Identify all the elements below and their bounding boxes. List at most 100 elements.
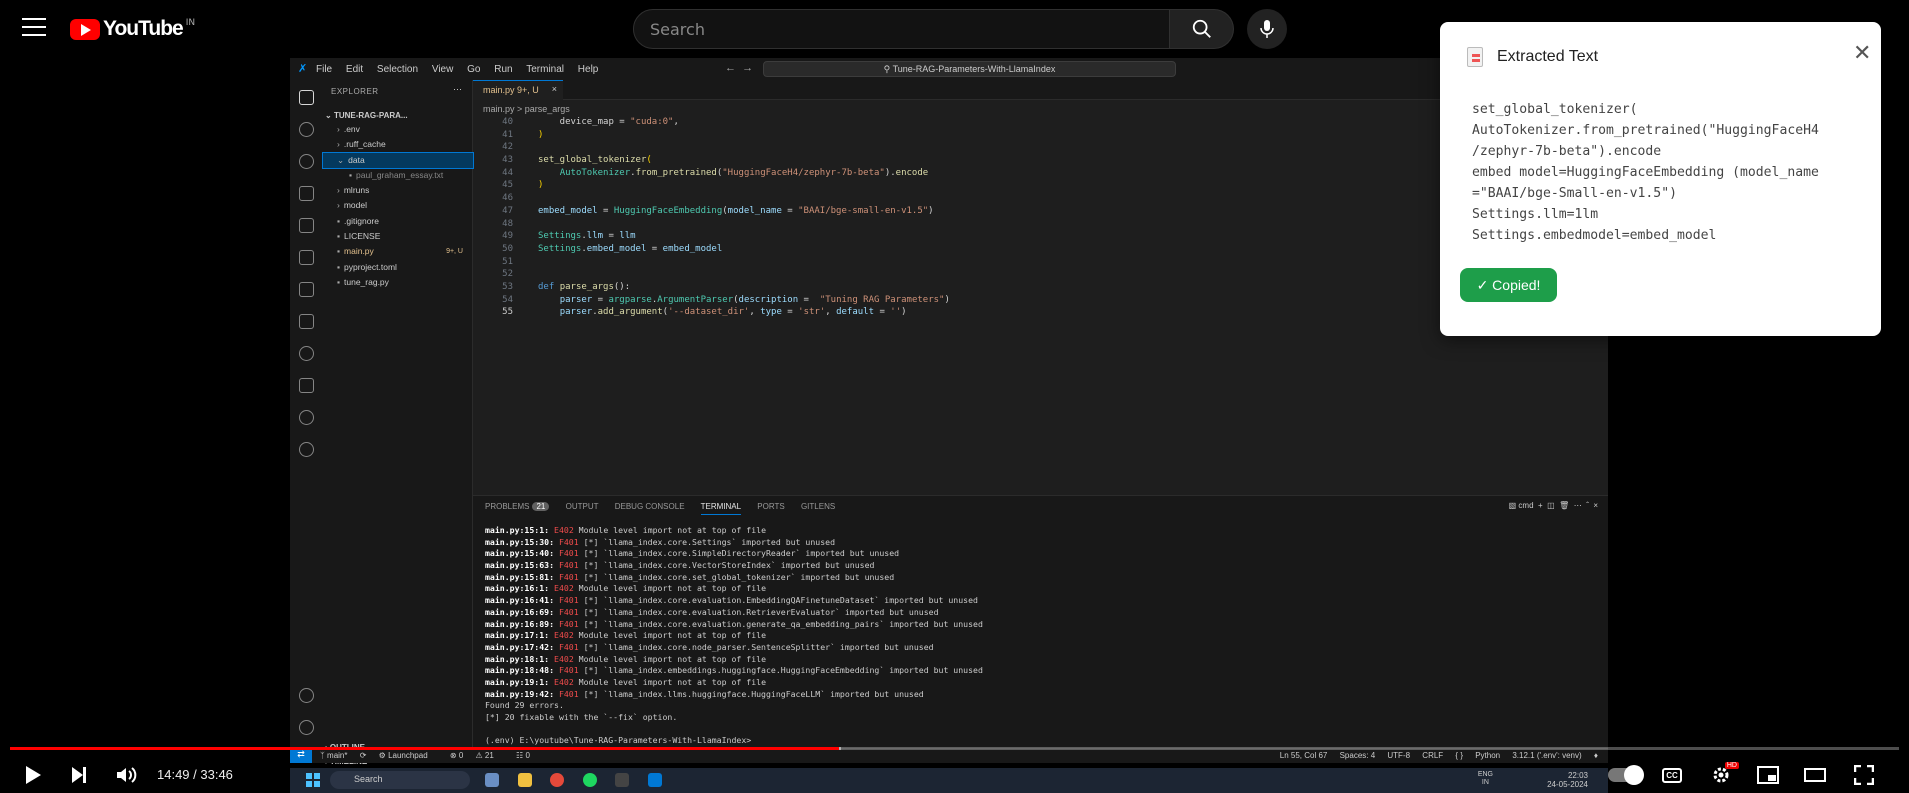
terminal-file-ref[interactable]: main.py:16:69: (485, 607, 554, 617)
autoplay-toggle[interactable] (1605, 764, 1645, 786)
remote-explorer-icon[interactable] (299, 250, 314, 265)
close-panel-icon[interactable]: × (1593, 501, 1598, 510)
progress-played[interactable] (10, 747, 840, 750)
run-debug-icon[interactable] (299, 186, 314, 201)
breadcrumb[interactable]: main.py > parse_args (473, 104, 570, 114)
fullscreen-button[interactable] (1851, 764, 1877, 786)
code-line[interactable]: 51 (473, 256, 1608, 269)
nav-arrows-icon[interactable]: ← → (725, 62, 753, 74)
menu-file[interactable]: File (316, 64, 332, 75)
play-button[interactable] (20, 764, 46, 786)
tree-item[interactable]: ⌄ data (322, 151, 474, 169)
gitlens-icon[interactable] (299, 378, 314, 393)
terminal-file-ref[interactable]: main.py:15:40: (485, 548, 554, 558)
menu-terminal[interactable]: Terminal (526, 64, 564, 75)
code-line[interactable]: 55 parser.add_argument('--dataset_dir', … (473, 306, 1608, 319)
code-line[interactable]: 53 def parse_args(): (473, 281, 1608, 294)
tab-main-py[interactable]: main.py 9+, U × (473, 80, 563, 100)
subtitles-button[interactable]: CC (1659, 764, 1685, 786)
docker-icon[interactable] (299, 314, 314, 329)
terminal-file-ref[interactable]: main.py:19:42: (485, 689, 554, 699)
gear-icon[interactable] (299, 720, 314, 735)
terminal-file-ref[interactable]: main.py:15:81: (485, 572, 554, 582)
git-graph-icon[interactable] (299, 442, 314, 457)
account-icon[interactable] (299, 688, 314, 703)
code-line[interactable]: 48 (473, 218, 1608, 231)
tree-item[interactable]: › model (323, 198, 473, 213)
tree-item[interactable]: ▪ tune_rag.py (323, 275, 473, 290)
terminal-file-ref[interactable]: main.py:16:1: (485, 583, 549, 593)
code-line[interactable]: 43 set_global_tokenizer( (473, 154, 1608, 167)
menu-run[interactable]: Run (494, 64, 512, 75)
theater-mode-button[interactable] (1802, 764, 1828, 786)
project-folder[interactable]: ⌄ TUNE-RAG-PARA... (325, 111, 408, 120)
more-icon[interactable]: ⋯ (1574, 501, 1582, 510)
menu-view[interactable]: View (432, 64, 454, 75)
code-line[interactable]: 52 (473, 268, 1608, 281)
search-icon[interactable] (299, 122, 314, 137)
tab-problems[interactable]: PROBLEMS (485, 502, 529, 511)
shell-name[interactable]: cmd (1518, 501, 1533, 510)
tree-item[interactable]: ▪ main.py 9+, U (323, 244, 473, 259)
code-line[interactable]: 54 parser = argparse.ArgumentParser(desc… (473, 294, 1608, 307)
terminal-file-ref[interactable]: main.py:16:89: (485, 619, 554, 629)
menu-edit[interactable]: Edit (346, 64, 363, 75)
next-button[interactable] (66, 764, 92, 786)
terminal-file-ref[interactable]: main.py:15:1: (485, 525, 549, 535)
miniplayer-button[interactable] (1755, 764, 1781, 786)
terminal-file-ref[interactable]: main.py:18:48: (485, 665, 554, 675)
timeline-icon[interactable] (299, 410, 314, 425)
tab-ports[interactable]: PORTS (757, 502, 784, 511)
tree-item[interactable]: ▪ paul_graham_essay.txt (323, 168, 473, 183)
maximize-panel-icon[interactable]: ˆ (1586, 501, 1589, 510)
command-center[interactable]: ⚲ Tune-RAG-Parameters-With-LlamaIndex (763, 61, 1176, 77)
code-editor[interactable]: 40 device_map = "cuda:0", 41) 42 43 set_glob… (473, 116, 1608, 456)
tab-output[interactable]: OUTPUT (566, 502, 599, 511)
code-line[interactable]: 42 (473, 141, 1608, 154)
menu-help[interactable]: Help (578, 64, 599, 75)
tree-item[interactable]: › .env (323, 122, 473, 137)
tree-item[interactable]: ▪ .gitignore (323, 214, 473, 229)
menu-selection[interactable]: Selection (377, 64, 418, 75)
tree-item[interactable]: › mlruns (323, 183, 473, 198)
tab-gitlens[interactable]: GITLENS (801, 502, 835, 511)
extracted-text-content[interactable]: set_global_tokenizer( AutoTokenizer.from… (1472, 99, 1862, 246)
terminal-output[interactable]: main.py:15:1: E402 Module level import n… (485, 525, 983, 747)
code-line[interactable]: 41) (473, 129, 1608, 142)
search-button[interactable] (1170, 9, 1234, 49)
menu-go[interactable]: Go (467, 64, 480, 75)
code-line[interactable]: 45) (473, 179, 1608, 192)
menu-icon[interactable] (22, 18, 46, 38)
voice-search-button[interactable] (1247, 9, 1287, 49)
new-terminal-icon[interactable]: + (1538, 501, 1543, 510)
copied-button[interactable]: ✓ Copied! (1460, 268, 1557, 302)
tab-terminal[interactable]: TERMINAL (700, 502, 742, 515)
close-icon[interactable]: ✕ (1853, 40, 1871, 66)
terminal-file-ref[interactable]: main.py:15:63: (485, 560, 554, 570)
testing-icon[interactable] (299, 282, 314, 297)
tree-item[interactable]: ▪ pyproject.toml (323, 260, 473, 275)
terminal-file-ref[interactable]: main.py:17:42: (485, 642, 554, 652)
source-control-icon[interactable] (299, 154, 314, 169)
code-line[interactable]: 47 embed_model = HuggingFaceEmbedding(mod… (473, 205, 1608, 218)
terminal-file-ref[interactable]: main.py:18:1: (485, 654, 549, 664)
volume-button[interactable] (113, 764, 139, 786)
youtube-logo[interactable]: YouTube IN (70, 17, 195, 41)
code-line[interactable]: 40 device_map = "cuda:0", (473, 116, 1608, 129)
code-line[interactable]: 50 Settings.embed_model = embed_model (473, 243, 1608, 256)
close-icon[interactable]: × (552, 84, 557, 94)
search-input[interactable]: Search (633, 9, 1170, 49)
terminal-file-ref[interactable]: main.py:19:1: (485, 677, 549, 687)
trash-icon[interactable]: 🗑 (1559, 501, 1569, 510)
code-line[interactable]: 44 AutoTokenizer.from_pretrained("Huggin… (473, 167, 1608, 180)
terminal-file-ref[interactable]: main.py:17:1: (485, 630, 549, 640)
code-line[interactable]: 49 Settings.llm = llm (473, 230, 1608, 243)
terminal-file-ref[interactable]: main.py:15:30: (485, 537, 554, 547)
terminal-file-ref[interactable]: main.py:16:41: (485, 595, 554, 605)
tree-item[interactable]: › .ruff_cache (323, 137, 473, 152)
code-line[interactable]: 46 (473, 192, 1608, 205)
tree-item[interactable]: ▪ LICENSE (323, 229, 473, 244)
settings-button[interactable]: HD (1708, 762, 1739, 786)
tab-debug-console[interactable]: DEBUG CONSOLE (615, 502, 685, 511)
copilot-icon[interactable] (299, 346, 314, 361)
